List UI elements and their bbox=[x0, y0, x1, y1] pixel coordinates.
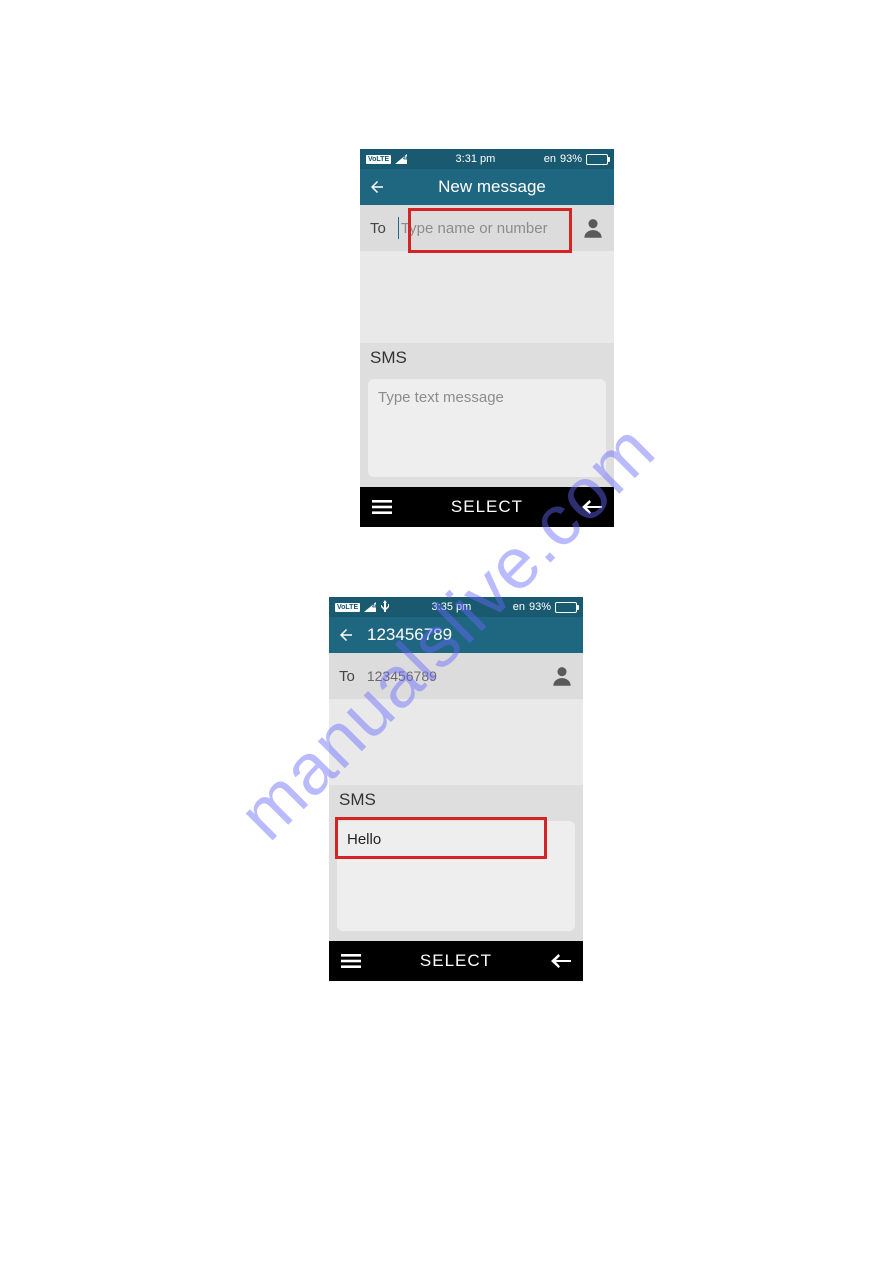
message-area-wrap: Hello bbox=[329, 815, 583, 941]
status-battery-pct: 93% bbox=[529, 601, 551, 613]
status-time: 3:35 pm bbox=[390, 601, 513, 613]
message-input[interactable]: Type text message bbox=[368, 379, 606, 477]
sms-label: SMS bbox=[329, 785, 583, 815]
sms-label: SMS bbox=[360, 343, 614, 373]
back-arrow-icon[interactable] bbox=[337, 626, 355, 644]
message-area-wrap: Type text message bbox=[360, 373, 614, 487]
battery-icon bbox=[586, 154, 608, 165]
softkey-bar: SELECT bbox=[360, 487, 614, 527]
recipient-placeholder: Type name or number bbox=[401, 220, 548, 237]
to-label: To bbox=[370, 220, 386, 237]
status-time: 3:31 pm bbox=[407, 153, 544, 165]
status-lang: en bbox=[513, 601, 525, 613]
recipient-row: To Type name or number bbox=[360, 205, 614, 251]
contact-picker-icon[interactable] bbox=[578, 215, 608, 241]
status-bar: VoLTE 4G 3:35 pm en 93% bbox=[329, 597, 583, 617]
volte-badge: VoLTE bbox=[335, 603, 360, 612]
phone-screenshot-2: VoLTE 4G 3:35 pm en 93% 123456789 To 123… bbox=[329, 597, 583, 981]
softkey-back-icon[interactable] bbox=[580, 500, 604, 514]
battery-charging-icon bbox=[555, 602, 577, 613]
menu-icon[interactable] bbox=[370, 499, 394, 515]
contact-picker-icon[interactable] bbox=[547, 663, 577, 689]
signal-icon: 4G bbox=[364, 602, 376, 612]
conversation-area bbox=[360, 251, 614, 343]
softkey-select[interactable]: SELECT bbox=[363, 951, 549, 971]
usb-icon bbox=[380, 600, 390, 615]
softkey-bar: SELECT bbox=[329, 941, 583, 981]
message-input[interactable]: Hello bbox=[337, 821, 575, 931]
conversation-area bbox=[329, 699, 583, 785]
recipient-value: 123456789 bbox=[367, 668, 437, 684]
recipient-input[interactable]: Type name or number bbox=[392, 208, 572, 248]
signal-icon: 4G bbox=[395, 154, 407, 164]
page-title: New message bbox=[378, 177, 606, 197]
svg-text:4G: 4G bbox=[372, 604, 376, 610]
page-title: 123456789 bbox=[367, 625, 575, 645]
status-bar: VoLTE 4G 3:31 pm en 93% bbox=[360, 149, 614, 169]
volte-badge: VoLTE bbox=[366, 155, 391, 164]
softkey-back-icon[interactable] bbox=[549, 954, 573, 968]
title-bar: 123456789 bbox=[329, 617, 583, 653]
recipient-row: To 123456789 bbox=[329, 653, 583, 699]
status-lang: en bbox=[544, 153, 556, 165]
phone-screenshot-1: VoLTE 4G 3:31 pm en 93% New message To T… bbox=[360, 149, 614, 527]
menu-icon[interactable] bbox=[339, 953, 363, 969]
softkey-select[interactable]: SELECT bbox=[394, 497, 580, 517]
status-battery-pct: 93% bbox=[560, 153, 582, 165]
to-label: To bbox=[339, 668, 355, 685]
title-bar: New message bbox=[360, 169, 614, 205]
recipient-input[interactable]: 123456789 bbox=[361, 656, 541, 696]
